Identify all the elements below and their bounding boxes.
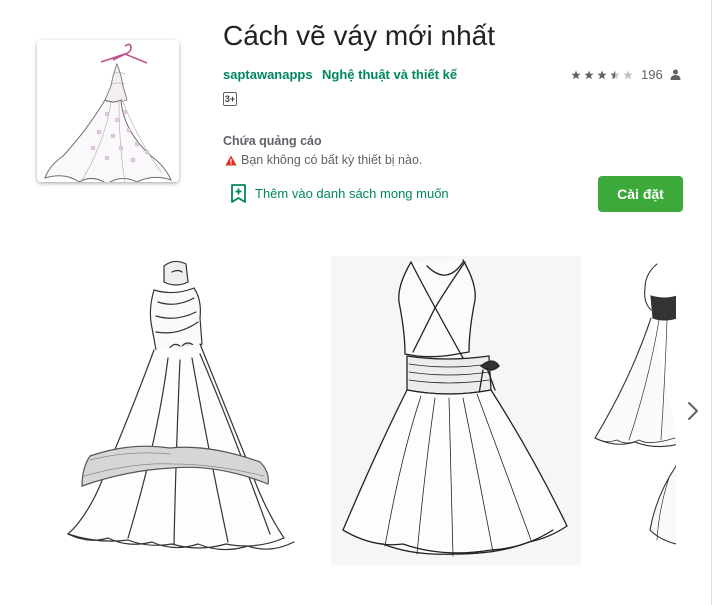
bookmark-add-icon: [231, 184, 246, 203]
star-icon: [571, 70, 581, 79]
screenshot-1[interactable]: [60, 250, 318, 560]
gown-drawing: [66, 260, 295, 551]
category-link[interactable]: Nghệ thuật và thiết kế: [322, 67, 457, 82]
rating-summary: 196: [571, 67, 681, 82]
add-to-wishlist-button[interactable]: Thêm vào danh sách mong muốn: [230, 184, 449, 203]
rating-count: 196: [641, 67, 663, 82]
app-icon-dress-illustration: [37, 40, 179, 182]
star-empty-icon: [623, 70, 633, 79]
wrap-dress-drawing: [331, 256, 581, 565]
star-half-icon: [610, 70, 620, 79]
app-title: Cách vẽ váy mới nhất: [223, 20, 496, 51]
developer-link[interactable]: saptawanapps: [223, 67, 313, 82]
app-icon: [37, 40, 179, 182]
contains-ads-label: Chứa quảng cáo: [223, 134, 322, 148]
screenshot-2[interactable]: [331, 256, 581, 565]
install-button[interactable]: Cài đặt: [598, 176, 683, 212]
page-right-border: [711, 0, 712, 605]
star-icon: [597, 70, 607, 79]
star-icon: [584, 70, 594, 79]
device-warning: Bạn không có bất kỳ thiết bị nào.: [225, 153, 422, 167]
warning-icon: [225, 155, 237, 165]
strapless-dress-drawing: [594, 263, 676, 545]
content-rating-badge: 3+: [223, 92, 237, 106]
device-warning-text: Bạn không có bất kỳ thiết bị nào.: [241, 153, 423, 167]
screenshot-3[interactable]: [593, 256, 676, 556]
wishlist-label: Thêm vào danh sách mong muốn: [255, 186, 449, 201]
chevron-right-icon[interactable]: [686, 400, 700, 422]
person-icon: [670, 69, 681, 80]
